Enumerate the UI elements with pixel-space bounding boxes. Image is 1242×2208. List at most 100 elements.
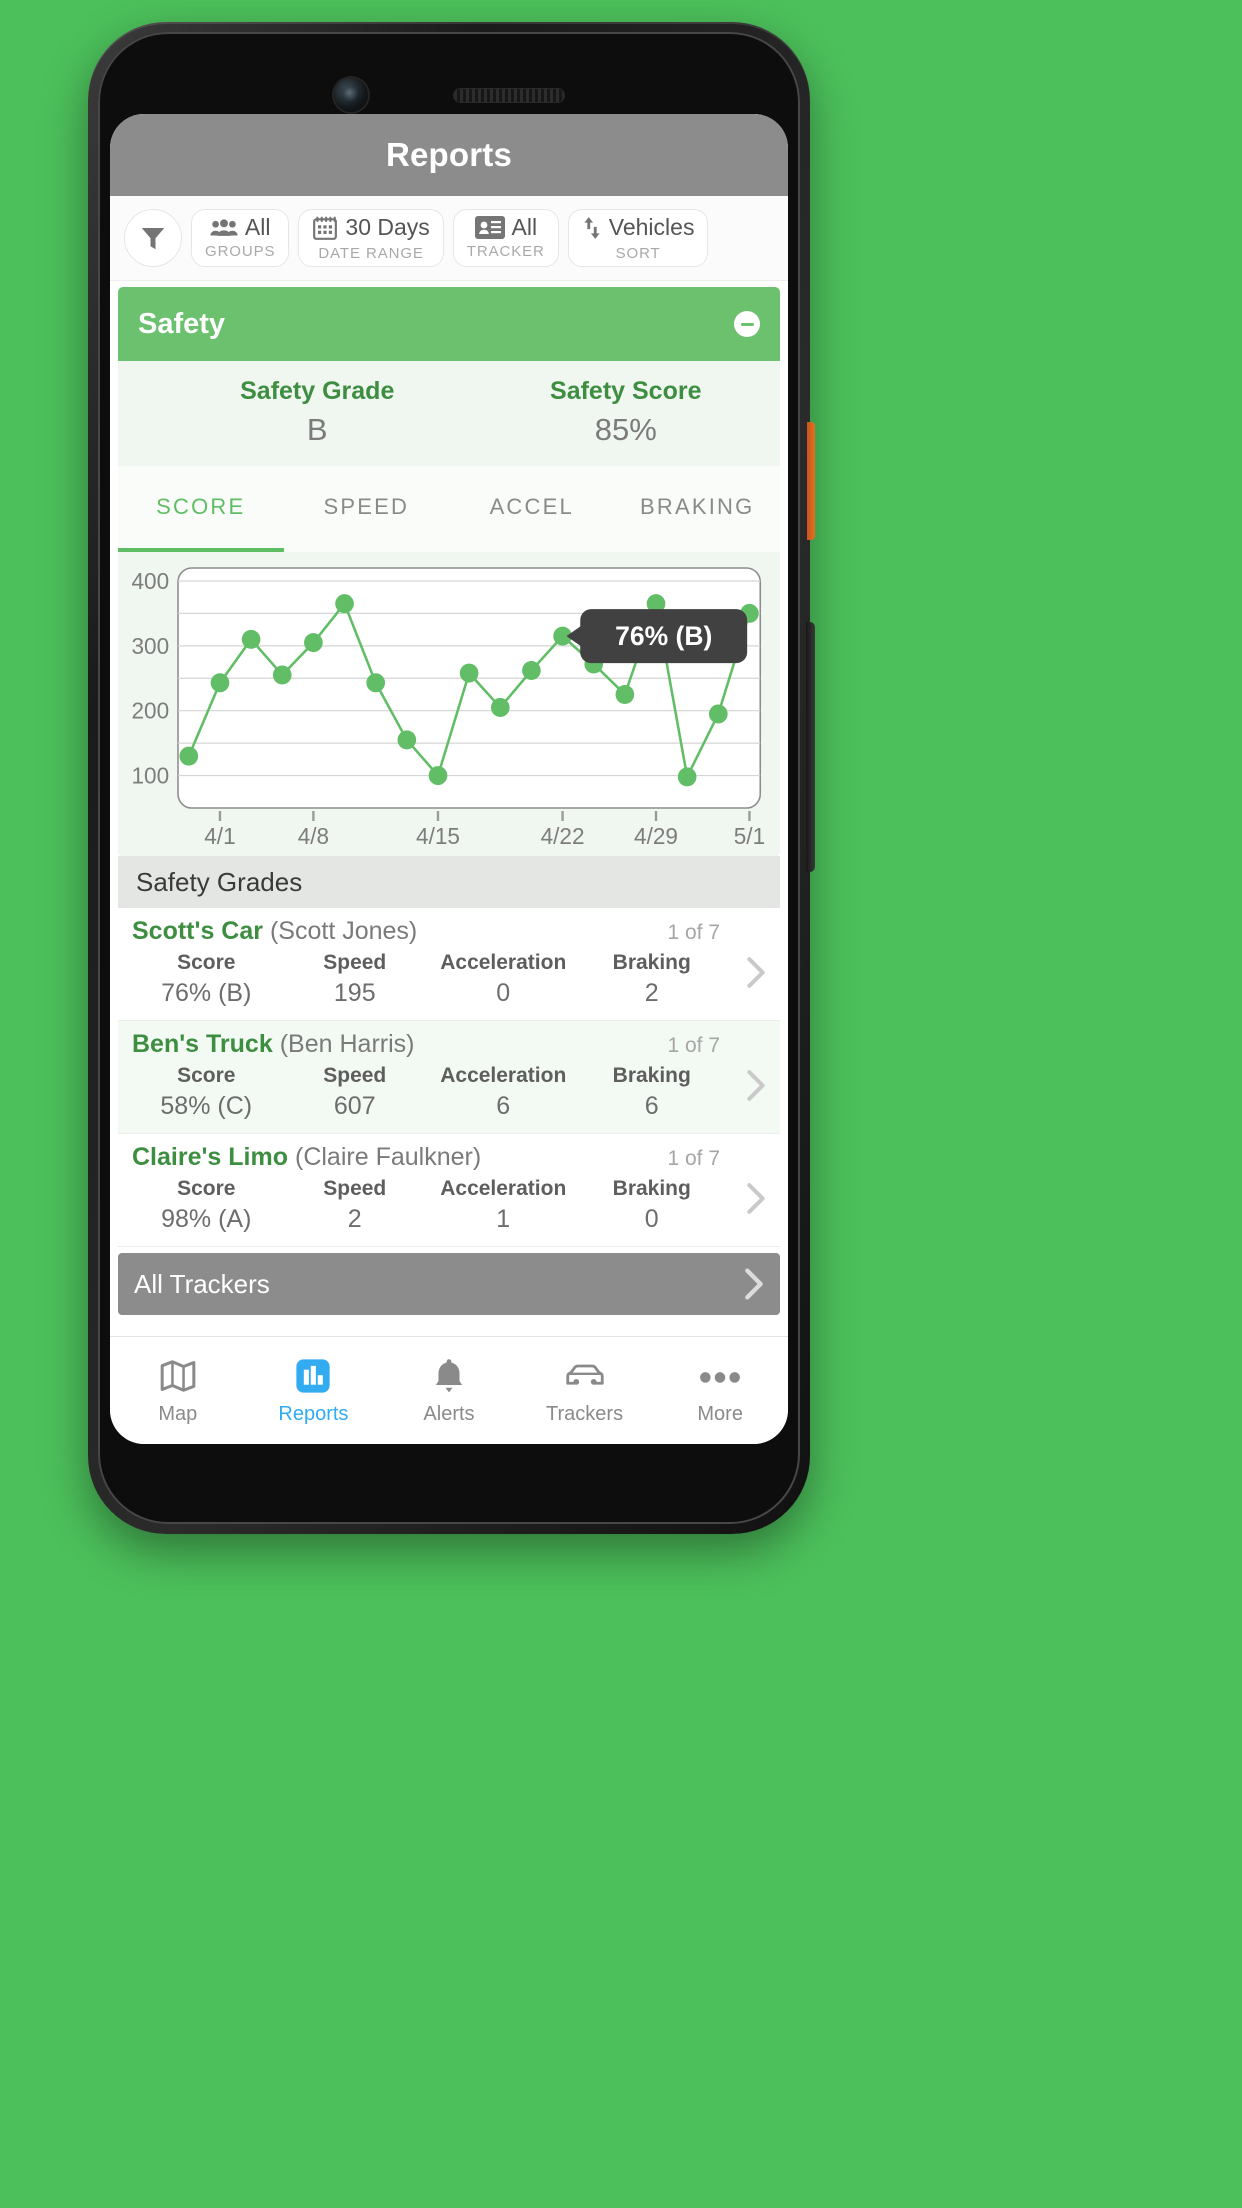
chip-date-range[interactable]: 30 Days DATE RANGE — [298, 209, 444, 267]
tabbar-item-more[interactable]: More — [652, 1337, 788, 1444]
safety-card-title: Safety — [138, 307, 226, 340]
metric-label-braking: Braking — [612, 1064, 691, 1087]
chip-groups[interactable]: All GROUPS — [191, 209, 290, 267]
y-axis-tick-label: 400 — [131, 568, 169, 594]
all-trackers-label: All Trackers — [134, 1268, 270, 1299]
chart-data-point[interactable] — [708, 704, 728, 724]
volume-button[interactable] — [806, 622, 815, 872]
vehicle-name: Claire's Limo — [132, 1143, 288, 1171]
safety-card-header[interactable]: Safety — [118, 287, 780, 361]
chart-data-point[interactable] — [179, 746, 199, 766]
chart-data-point[interactable] — [428, 766, 448, 786]
tabbar-item-alerts[interactable]: Alerts — [381, 1337, 517, 1444]
chart-data-point[interactable] — [304, 633, 323, 653]
chart-data-point[interactable] — [397, 730, 417, 750]
funnel-icon — [141, 228, 165, 250]
chart-data-point[interactable] — [677, 767, 697, 787]
x-axis-tick-label: 4/8 — [298, 823, 329, 849]
safety-score-label: Safety Score — [550, 377, 702, 405]
id-card-icon — [474, 216, 505, 239]
metrics-row: Score 98% (A) Speed 2 Acceleration 1 Braking 0 — [132, 1177, 766, 1234]
tab-speed[interactable]: SPEED — [284, 466, 450, 552]
metric-value-speed: 195 — [333, 979, 376, 1007]
all-trackers-button[interactable]: All Trackers — [118, 1253, 780, 1315]
chart-data-point[interactable] — [335, 594, 354, 614]
bar-chart-icon — [294, 1355, 332, 1395]
chart-data-point[interactable] — [366, 673, 386, 693]
metric-value-acceleration: 0 — [496, 979, 511, 1007]
chevron-right-icon — [747, 1070, 765, 1101]
metric-speed: Speed 2 — [281, 1177, 430, 1234]
chart-data-point[interactable] — [241, 629, 261, 649]
chip-tracker[interactable]: All TRACKER — [452, 209, 559, 267]
x-axis-tick-label: 4/22 — [541, 823, 585, 849]
metric-braking: Braking 6 — [578, 1064, 727, 1121]
phone-frame: Reports All GROUPS 30 Days DATE RANGE Al… — [88, 22, 815, 1534]
metric-label-acceleration: Acceleration — [440, 1177, 567, 1200]
safety-score-line-chart[interactable]: 100 200 300 400 4/1 4/8 4/15 4/22 4/29 5/1 76% (B) — [124, 562, 774, 852]
chart-data-point[interactable] — [459, 663, 479, 683]
chart-plot-area — [177, 567, 762, 809]
tabbar-label-reports: Reports — [278, 1403, 349, 1425]
tab-score[interactable]: SCORE — [118, 466, 284, 552]
earpiece-speaker — [454, 88, 564, 102]
chart-data-point[interactable] — [210, 673, 230, 693]
metric-speed: Speed 607 — [281, 1064, 430, 1121]
table-row[interactable]: Scott's Car (Scott Jones) 1 of 7 Score 76% (… — [118, 908, 780, 1021]
metric-label-score: Score — [177, 1064, 236, 1087]
ellipsis-icon — [698, 1355, 742, 1395]
metric-value-braking: 2 — [644, 979, 659, 1007]
metric-value-acceleration: 6 — [496, 1092, 511, 1120]
tab-accel[interactable]: ACCEL — [449, 466, 615, 552]
safety-tabs: SCORE SPEED ACCEL BRAKING — [118, 466, 780, 552]
metric-braking: Braking 0 — [578, 1177, 727, 1234]
chip-date-range-label: DATE RANGE — [318, 244, 424, 262]
table-row[interactable]: Ben's Truck (Ben Harris) 1 of 7 Score 58% (C… — [118, 1021, 780, 1134]
chart-data-point[interactable] — [615, 684, 635, 704]
minus-circle-icon[interactable] — [734, 311, 760, 337]
chart-data-point[interactable] — [490, 697, 510, 717]
tabbar-label-map: Map — [158, 1403, 198, 1425]
chevron-right-icon — [747, 1183, 765, 1214]
chevron-right-icon — [747, 957, 765, 988]
tab-braking[interactable]: BRAKING — [615, 466, 781, 552]
car-icon — [564, 1355, 606, 1395]
bell-icon — [431, 1355, 467, 1395]
metric-label-braking: Braking — [612, 951, 691, 974]
chart-tooltip: 76% (B) — [566, 609, 748, 664]
tabbar-item-reports[interactable]: Reports — [246, 1337, 382, 1444]
power-button[interactable] — [807, 422, 815, 540]
record-count: 1 of 7 — [667, 1034, 720, 1057]
metric-label-acceleration: Acceleration — [440, 1064, 567, 1087]
metric-acceleration: Acceleration 1 — [429, 1177, 578, 1234]
chip-tracker-value: All — [511, 214, 538, 240]
metric-value-score: 76% (B) — [161, 979, 252, 1007]
chevron-right-icon — [745, 1268, 763, 1300]
y-axis-tick-label: 100 — [131, 762, 169, 788]
metric-value-acceleration: 1 — [496, 1205, 511, 1233]
tabbar-item-trackers[interactable]: Trackers — [517, 1337, 653, 1444]
metric-score: Score 98% (A) — [132, 1177, 281, 1234]
grade-row-header: Claire's Limo (Claire Faulkner) 1 of 7 — [132, 1143, 766, 1172]
safety-score-cell: Safety Score 85% — [472, 377, 781, 448]
safety-grade-value: B — [306, 412, 328, 447]
vehicle-owner: (Claire Faulkner) — [295, 1143, 482, 1171]
tabbar-label-more: More — [697, 1403, 743, 1425]
chart-data-point[interactable] — [522, 660, 541, 680]
tabbar-item-map[interactable]: Map — [110, 1337, 246, 1444]
y-axis-tick-label: 200 — [131, 698, 169, 724]
x-axis-tick-label: 4/15 — [416, 823, 460, 849]
x-axis-tick-label: 4/1 — [204, 823, 235, 849]
vehicle-name: Ben's Truck — [132, 1030, 273, 1058]
table-row[interactable]: Claire's Limo (Claire Faulkner) 1 of 7 Scor… — [118, 1134, 780, 1247]
tabbar-label-trackers: Trackers — [546, 1403, 624, 1425]
metric-value-speed: 2 — [347, 1205, 362, 1233]
group-people-icon — [210, 218, 238, 236]
filter-button[interactable] — [124, 209, 182, 267]
metric-label-speed: Speed — [323, 951, 387, 974]
chart-data-point[interactable] — [272, 665, 292, 685]
filter-bar: All GROUPS 30 Days DATE RANGE All TRACKE… — [110, 196, 788, 281]
chip-sort[interactable]: Vehicles SORT — [567, 209, 709, 267]
metrics-row: Score 58% (C) Speed 607 Acceleration 6 Braking… — [132, 1064, 766, 1121]
x-axis-tick-label: 5/1 — [734, 823, 765, 849]
